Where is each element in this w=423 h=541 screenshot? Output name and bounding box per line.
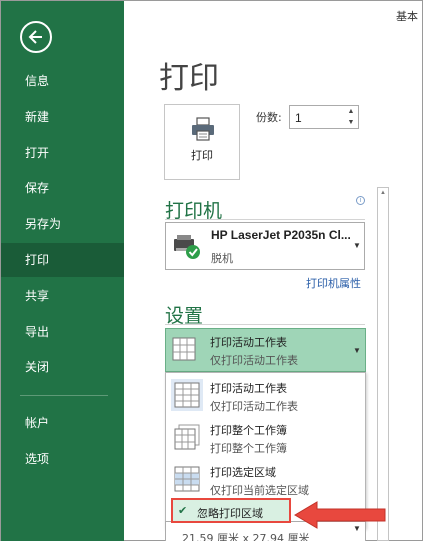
active-sheet-icon — [171, 379, 203, 411]
nav-print[interactable]: 打印 — [1, 243, 124, 277]
print-button[interactable]: 打印 — [164, 104, 240, 180]
printer-status-icon — [174, 235, 200, 259]
nav-open[interactable]: 打开 — [1, 136, 124, 170]
copies-up-icon[interactable]: ▲ — [346, 107, 356, 117]
printer-select[interactable]: HP LaserJet P2035n Cl... 脱机 ▼ — [165, 222, 365, 270]
nav-export[interactable]: 导出 — [1, 315, 124, 349]
sheet-icon — [172, 337, 196, 361]
annotation-arrow-icon — [294, 501, 386, 529]
ignore-print-area-label: 忽略打印区域 — [197, 507, 263, 520]
printer-heading-divider — [165, 219, 365, 220]
nav-divider — [20, 395, 108, 396]
page-title: 打印 — [159, 61, 219, 96]
window-title-fragment: 基本 — [396, 10, 418, 23]
option-title: 打印整个工作簿 — [210, 424, 287, 437]
option-title: 打印选定区域 — [210, 466, 276, 479]
nav-info[interactable]: 信息 — [1, 64, 124, 98]
back-arrow-icon — [28, 30, 42, 44]
settings-heading-divider — [165, 324, 365, 325]
paper-size-value: 21.59 厘米 x 27.94 厘米 — [182, 532, 310, 541]
printer-name: HP LaserJet P2035n Cl... — [211, 228, 351, 242]
workbook-icon — [171, 421, 203, 453]
nav-new[interactable]: 新建 — [1, 100, 124, 134]
print-scope-select[interactable]: 打印活动工作表 仅打印活动工作表 ▼ — [165, 328, 366, 372]
chevron-down-icon: ▼ — [353, 241, 361, 250]
option-title: 打印活动工作表 — [210, 382, 287, 395]
nav-options[interactable]: 选项 — [1, 442, 124, 476]
chevron-down-icon: ▼ — [353, 346, 361, 355]
copies-down-icon[interactable]: ▼ — [346, 118, 356, 128]
nav-account[interactable]: 帐户 — [1, 406, 124, 440]
selection-icon — [171, 463, 203, 495]
nav-save-as[interactable]: 另存为 — [1, 207, 124, 241]
option-entire-workbook[interactable]: 打印整个工作簿 打印整个工作簿 — [166, 417, 365, 457]
option-active-sheet[interactable]: 打印活动工作表 仅打印活动工作表 — [166, 375, 365, 415]
print-button-label: 打印 — [191, 149, 213, 162]
scroll-up-icon[interactable]: ▲ — [378, 190, 388, 196]
nav-close[interactable]: 关闭 — [1, 350, 124, 384]
back-button[interactable] — [20, 21, 52, 53]
printer-properties-link[interactable]: 打印机属性 — [306, 275, 361, 291]
vertical-scrollbar[interactable]: ▲ — [377, 187, 389, 541]
option-subtitle: 打印整个工作簿 — [210, 442, 287, 455]
nav-share[interactable]: 共享 — [1, 279, 124, 313]
option-subtitle: 仅打印当前选定区域 — [210, 484, 309, 497]
copies-stepper[interactable]: 1 ▲ ▼ — [289, 105, 359, 129]
printer-status: 脱机 — [211, 252, 233, 265]
info-icon[interactable]: i — [356, 196, 365, 205]
option-subtitle: 仅打印活动工作表 — [210, 400, 298, 413]
print-scope-subtitle: 仅打印活动工作表 — [210, 354, 298, 367]
print-scope-title: 打印活动工作表 — [210, 336, 287, 349]
nav-save[interactable]: 保存 — [1, 171, 124, 205]
backstage-sidebar: 信息 新建 打开 保存 另存为 打印 共享 导出 关闭 帐户 选项 — [1, 1, 124, 541]
option-selection[interactable]: 打印选定区域 仅打印当前选定区域 — [166, 459, 365, 499]
ignore-print-area-toggle[interactable]: ✔ 忽略打印区域 — [171, 498, 291, 523]
printer-icon — [192, 117, 214, 141]
checkmark-icon: ✔ — [178, 505, 188, 517]
copies-value: 1 — [295, 111, 302, 125]
copies-label: 份数: — [256, 111, 282, 124]
